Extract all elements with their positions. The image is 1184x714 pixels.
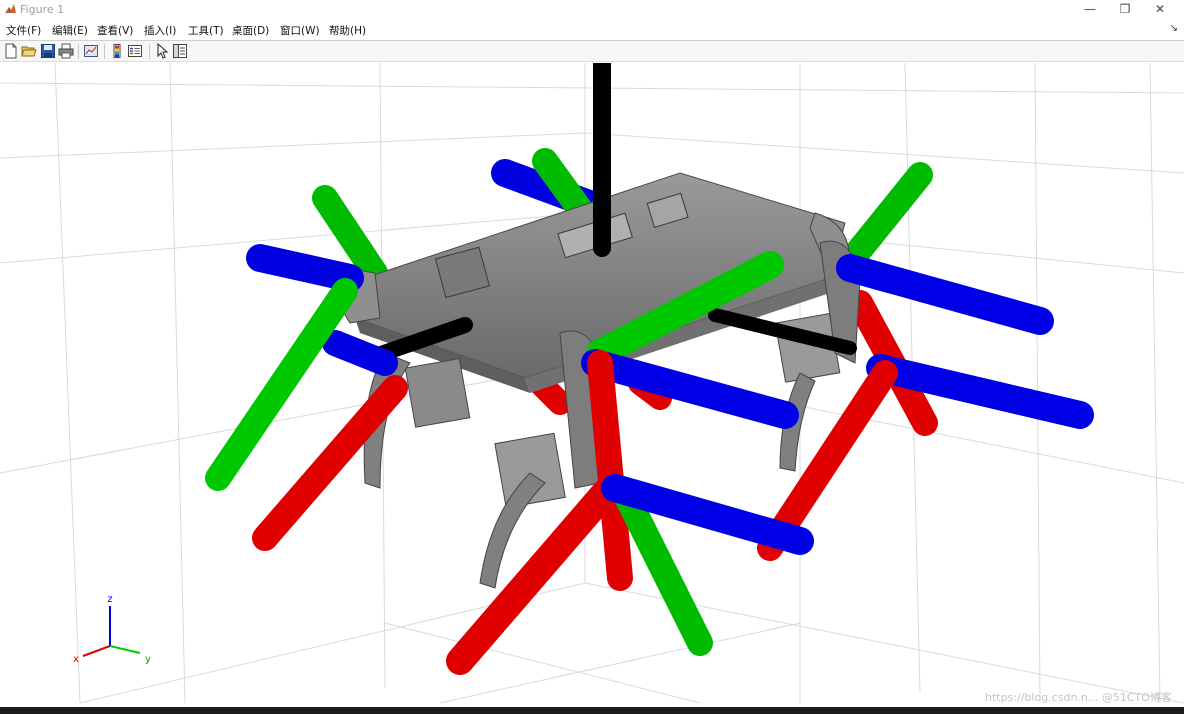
menu-desktop[interactable]: 桌面(D) bbox=[232, 23, 269, 38]
menu-insert[interactable]: 插入(I) bbox=[144, 23, 176, 38]
minimize-button[interactable]: — bbox=[1073, 0, 1107, 20]
restore-button[interactable]: ❐ bbox=[1108, 0, 1142, 20]
close-button[interactable]: ✕ bbox=[1143, 0, 1177, 20]
matlab-icon bbox=[5, 4, 16, 13]
triad-z-label: z bbox=[107, 594, 112, 605]
rod-blue bbox=[581, 349, 799, 429]
menu-window[interactable]: 窗口(W) bbox=[280, 23, 320, 38]
property-inspector-icon[interactable] bbox=[172, 43, 188, 59]
figure-axes-area[interactable]: z x y bbox=[0, 63, 1184, 707]
window-title: Figure 1 bbox=[20, 3, 65, 16]
print-icon[interactable] bbox=[58, 43, 74, 59]
toolbar-separator bbox=[78, 44, 79, 59]
menu-overflow-icon[interactable]: ↘ bbox=[1170, 23, 1178, 34]
triad-x-line bbox=[82, 645, 111, 657]
open-file-icon[interactable] bbox=[21, 43, 37, 59]
rod-blue bbox=[322, 330, 398, 376]
robot-3d-view[interactable]: z x y bbox=[0, 63, 1184, 707]
toolbar-separator bbox=[104, 44, 105, 59]
triad-y-label: y bbox=[145, 654, 151, 665]
menu-view[interactable]: 查看(V) bbox=[97, 23, 133, 38]
insert-legend-icon[interactable] bbox=[127, 43, 143, 59]
insert-colorbar-icon[interactable] bbox=[109, 43, 125, 59]
axes-triad: z x y bbox=[73, 594, 151, 665]
triad-x-label: x bbox=[73, 654, 79, 665]
rod-red bbox=[587, 350, 633, 591]
menu-bar: 文件(F) 编辑(E) 查看(V) 插入(I) 工具(T) 桌面(D) 窗口(W… bbox=[0, 20, 1184, 40]
toolbar-separator bbox=[149, 44, 150, 59]
rod-blue bbox=[246, 244, 364, 292]
title-bar: Figure 1 — ❐ ✕ bbox=[0, 0, 1184, 20]
menu-help[interactable]: 帮助(H) bbox=[329, 23, 366, 38]
menu-file[interactable]: 文件(F) bbox=[6, 23, 41, 38]
menu-edit[interactable]: 编辑(E) bbox=[52, 23, 88, 38]
menu-tools[interactable]: 工具(T) bbox=[188, 23, 224, 38]
leg-servo bbox=[404, 358, 471, 428]
edit-plot-icon[interactable] bbox=[154, 43, 170, 59]
new-figure-icon[interactable] bbox=[3, 43, 19, 59]
taskbar bbox=[0, 707, 1184, 714]
watermark: https://blog.csdn.n... @51CTO博客 bbox=[985, 691, 1172, 704]
triad-y-line bbox=[109, 645, 141, 654]
link-plot-icon[interactable] bbox=[83, 43, 99, 59]
figure-toolbar bbox=[0, 40, 1184, 62]
save-icon[interactable] bbox=[40, 43, 56, 59]
